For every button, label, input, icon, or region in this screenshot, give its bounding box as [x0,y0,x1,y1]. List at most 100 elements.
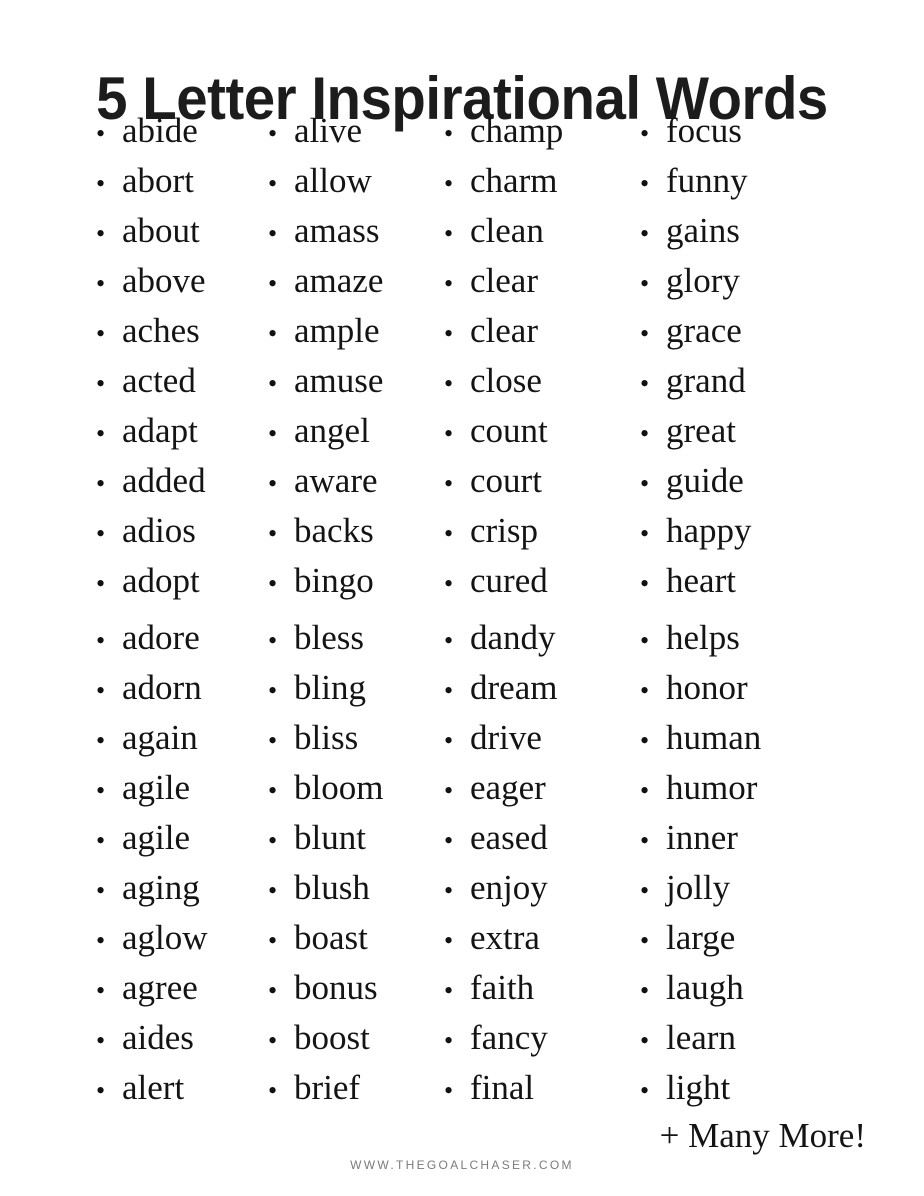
bullet-icon: • [268,519,278,548]
word-list: • champ • charm • clean • clear • clear • close • cou… [444,106,640,606]
word-label: charm [470,161,558,200]
word-label: about [122,211,200,250]
word-label: bless [294,618,364,657]
bullet-icon: • [444,926,454,955]
list-item: • acted [96,356,268,406]
list-item: • agree [96,963,268,1013]
word-label: alert [122,1068,185,1107]
bullet-icon: • [268,976,278,1005]
word-label: allow [294,161,372,200]
word-label: aware [294,461,378,500]
list-item: • above [96,256,268,306]
bullet-icon: • [444,119,454,148]
bullet-icon: • [96,519,106,548]
bullet-icon: • [640,1076,650,1105]
footer-website-url: WWW.THEGOALCHASER.COM [350,1158,574,1172]
bullet-icon: • [640,419,650,448]
word-label: boast [294,918,368,957]
word-column-1: • abide • abort • about • above • aches • acted • ada… [96,106,268,1113]
word-label: faith [470,968,535,1007]
word-label: clean [470,211,544,250]
list-item: • funny [640,156,850,206]
list-item: • glory [640,256,850,306]
word-label: funny [666,161,748,200]
list-item: • boast [268,913,444,963]
word-label: adore [122,618,200,657]
list-item: • agile [96,763,268,813]
bullet-icon: • [268,319,278,348]
word-label: angel [294,411,370,450]
bullet-icon: • [444,976,454,1005]
bullet-icon: • [444,1076,454,1105]
list-item: • bingo [268,556,444,606]
list-item: • aglow [96,913,268,963]
poster-page: 5 Letter Inspirational Words • abide • abor… [0,0,924,1196]
bullet-icon: • [96,976,106,1005]
bullet-icon: • [96,926,106,955]
bullet-icon: • [444,419,454,448]
list-item: • again [96,713,268,763]
bullet-icon: • [96,119,106,148]
list-item: • dandy [444,613,640,663]
list-item: • adore [96,613,268,663]
list-item: • adios [96,506,268,556]
bullet-icon: • [640,169,650,198]
word-label: again [122,718,198,757]
word-list: • dandy • dream • drive • eager • eased • enjoy • ext… [444,613,640,1113]
bullet-icon: • [640,926,650,955]
list-item: • heart [640,556,850,606]
footer: WWW.THEGOALCHASER.COM [0,1156,924,1174]
bullet-icon: • [640,976,650,1005]
word-label: humor [666,768,758,807]
list-item: • adapt [96,406,268,456]
word-label: grand [666,361,746,400]
list-item: • amass [268,206,444,256]
bullet-icon: • [444,826,454,855]
bullet-icon: • [268,419,278,448]
word-label: laugh [666,968,744,1007]
bullet-icon: • [640,776,650,805]
list-item: • backs [268,506,444,556]
list-item: • court [444,456,640,506]
word-list: • abide • abort • about • above • aches • acted • ada… [96,106,268,606]
list-item: • blush [268,863,444,913]
list-item: • about [96,206,268,256]
bullet-icon: • [96,726,106,755]
word-label: clear [470,311,538,350]
word-label: happy [666,511,752,550]
word-list: • focus • funny • gains • glory • grace • grand • gre… [640,106,850,606]
word-label: bingo [294,561,374,600]
word-label: gains [666,211,740,250]
word-label: abide [122,111,198,150]
word-label: adios [122,511,196,550]
word-label: glory [666,261,740,300]
word-label: aides [122,1018,194,1057]
list-item: • abort [96,156,268,206]
list-item: • human [640,713,850,763]
list-item: • jolly [640,863,850,913]
list-item: • learn [640,1013,850,1063]
word-label: fancy [470,1018,548,1057]
bullet-icon: • [268,926,278,955]
bullet-icon: • [640,676,650,705]
bullet-icon: • [268,726,278,755]
list-item: • large [640,913,850,963]
list-item: • allow [268,156,444,206]
word-label: eager [470,768,546,807]
bullet-icon: • [96,469,106,498]
bullet-icon: • [96,626,106,655]
word-label: adapt [122,411,198,450]
bullet-icon: • [96,369,106,398]
list-item: • bloom [268,763,444,813]
word-list: • helps • honor • human • humor • inner • jolly • lar… [640,613,850,1113]
bullet-icon: • [268,876,278,905]
word-label: clear [470,261,538,300]
bullet-icon: • [96,169,106,198]
list-item: • boost [268,1013,444,1063]
list-item: • helps [640,613,850,663]
word-label: blush [294,868,370,907]
bullet-icon: • [96,826,106,855]
list-item: • dream [444,663,640,713]
bullet-icon: • [268,776,278,805]
list-item: • clear [444,256,640,306]
